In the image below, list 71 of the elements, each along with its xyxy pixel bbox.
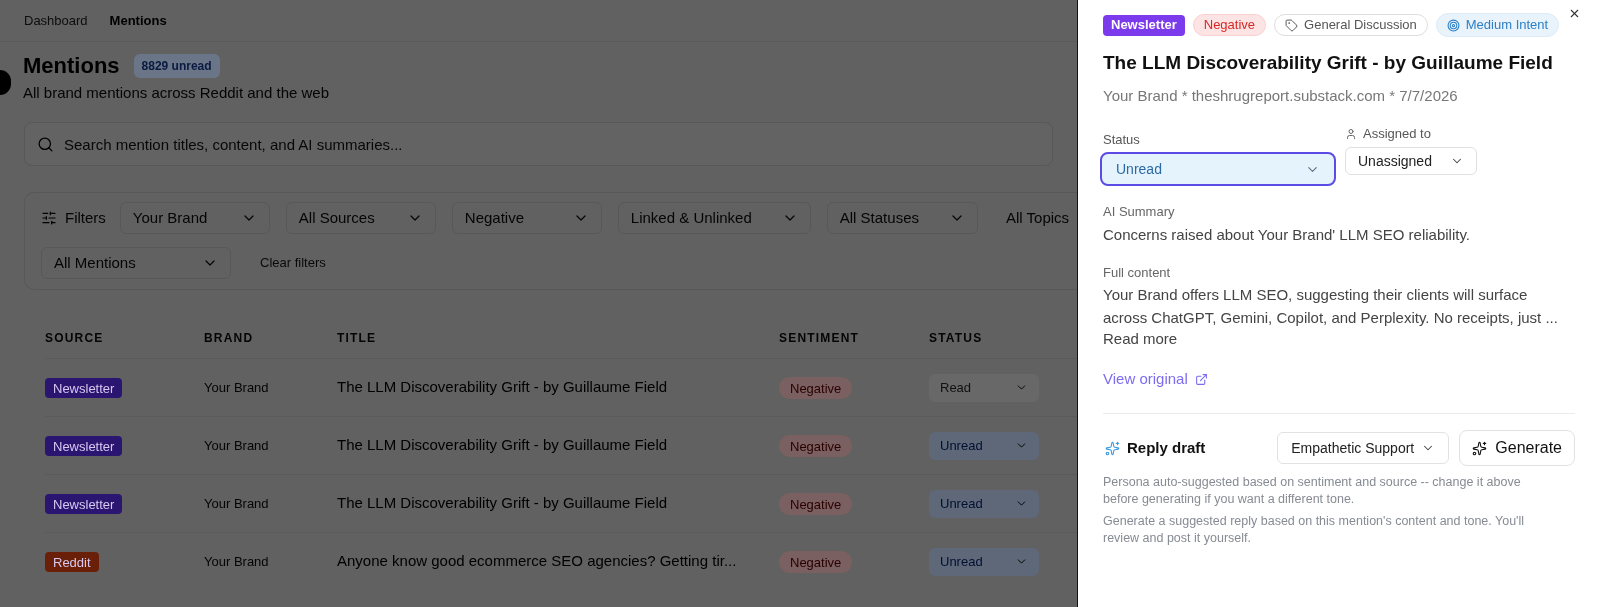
filter-dropdown[interactable]: Linked & Unlinked xyxy=(617,202,811,234)
generate-button[interactable]: Generate xyxy=(1459,430,1575,466)
brand-name: Your Brand xyxy=(204,552,270,571)
round-handle-icon[interactable] xyxy=(0,70,11,95)
clear-filters-button[interactable]: Clear filters xyxy=(260,253,326,273)
filter-dropdown[interactable]: All Topics xyxy=(994,202,1070,234)
intent-badge: Medium Intent xyxy=(1435,13,1560,37)
breadcrumb-link[interactable]: Dashboard xyxy=(24,10,88,31)
column-heading: SOURCE xyxy=(45,330,105,347)
breadcrumb-current[interactable]: Mentions xyxy=(109,10,167,31)
search-field[interactable]: Search mention titles, content, and AI summaries... xyxy=(24,122,1053,166)
field-label: Assigned to xyxy=(1363,126,1431,142)
mention-title[interactable]: The LLM Discoverability Grift - by Guillaume Field xyxy=(337,376,779,399)
mention-title[interactable]: The LLM Discoverability Grift - by Guillaume Field xyxy=(337,434,779,457)
source-badge: Newsletter xyxy=(45,494,123,515)
source-badge: Newsletter xyxy=(1103,14,1185,36)
help-text: Generate a suggested reply based on this mention's content and tone. You'll review and post it yourself. xyxy=(1103,513,1526,547)
mention-heading: The LLM Discoverability Grift - by Guillaume Field xyxy=(1103,51,1554,75)
read-more-link[interactable]: Read more xyxy=(1103,329,1178,349)
mention-title[interactable]: Anyone know good ecommerce SEO agencies? Getting tir... xyxy=(337,550,779,573)
filters-label: Filters xyxy=(65,207,106,228)
status-dropdown[interactable]: Unread xyxy=(929,547,1039,576)
search-icon xyxy=(37,136,54,153)
section-label: AI Summary xyxy=(1103,204,1176,220)
sliders-icon xyxy=(41,210,57,226)
source-badge: Newsletter xyxy=(45,436,123,457)
section-label: Full content xyxy=(1103,265,1172,281)
sentiment-badge: Negative xyxy=(1192,14,1267,36)
content-text: Your Brand offers LLM SEO, suggesting their clients will surface across ChatGPT, Gemini, Copilot, and Perplexity. No receipts, just ... xyxy=(1103,285,1559,328)
field-label: Status xyxy=(1103,132,1141,148)
sentiment-badge: Negative xyxy=(779,377,853,400)
person-icon xyxy=(1345,128,1357,140)
filter-dropdown[interactable]: Your Brand xyxy=(119,202,270,234)
persona-dropdown[interactable]: Empathetic Support xyxy=(1277,432,1450,464)
assignee-dropdown[interactable]: Unassigned xyxy=(1345,147,1477,175)
tag-icon xyxy=(1285,18,1299,32)
filter-dropdown[interactable]: Negative xyxy=(451,202,602,234)
mention-title[interactable]: The LLM Discoverability Grift - by Guillaume Field xyxy=(337,492,779,515)
filter-dropdown[interactable]: All Statuses xyxy=(826,202,978,234)
column-heading: TITLE xyxy=(337,330,378,347)
brand-name: Your Brand xyxy=(204,436,270,455)
external-link-icon xyxy=(1194,372,1208,386)
source-badge: Newsletter xyxy=(45,378,123,399)
close-icon xyxy=(1568,7,1581,20)
sentiment-badge: Negative xyxy=(779,551,853,574)
view-dropdown[interactable]: All Mentions xyxy=(41,247,231,279)
status-dropdown[interactable]: Read xyxy=(929,373,1039,402)
summary-text: Concerns raised about Your Brand' LLM SEO reliability. xyxy=(1103,225,1471,245)
target-icon xyxy=(1446,18,1460,32)
sparkle-icon xyxy=(1105,440,1120,456)
section-title: Reply draft xyxy=(1127,437,1206,458)
column-heading: STATUS xyxy=(929,330,984,347)
unread-count-badge: 8829 unread xyxy=(133,54,220,78)
close-button[interactable] xyxy=(1568,7,1581,20)
view-original-link[interactable]: View original xyxy=(1103,369,1208,389)
sentiment-badge: Negative xyxy=(779,493,853,516)
brand-name: Your Brand xyxy=(204,378,270,397)
sparkle-icon xyxy=(1472,440,1488,456)
mention-meta: Your Brand * theshrugreport.substack.com * 7/7/2026 xyxy=(1103,86,1459,106)
sentiment-badge: Negative xyxy=(779,435,853,458)
page-subtitle: All brand mentions across Reddit and the web xyxy=(23,84,330,102)
source-badge: Reddit xyxy=(45,552,99,573)
page-title: Mentions xyxy=(23,53,120,79)
status-dropdown[interactable]: Unread xyxy=(929,431,1039,460)
status-dropdown[interactable]: Unread xyxy=(1100,152,1336,186)
status-dropdown[interactable]: Unread xyxy=(929,489,1039,518)
help-text: Persona auto-suggested based on sentiment and source -- change it above before generating if you want a different tone. xyxy=(1103,474,1522,508)
brand-name: Your Brand xyxy=(204,494,270,513)
column-heading: SENTIMENT xyxy=(779,330,861,347)
column-heading: BRAND xyxy=(204,330,255,347)
filter-dropdown[interactable]: All Sources xyxy=(285,202,436,234)
